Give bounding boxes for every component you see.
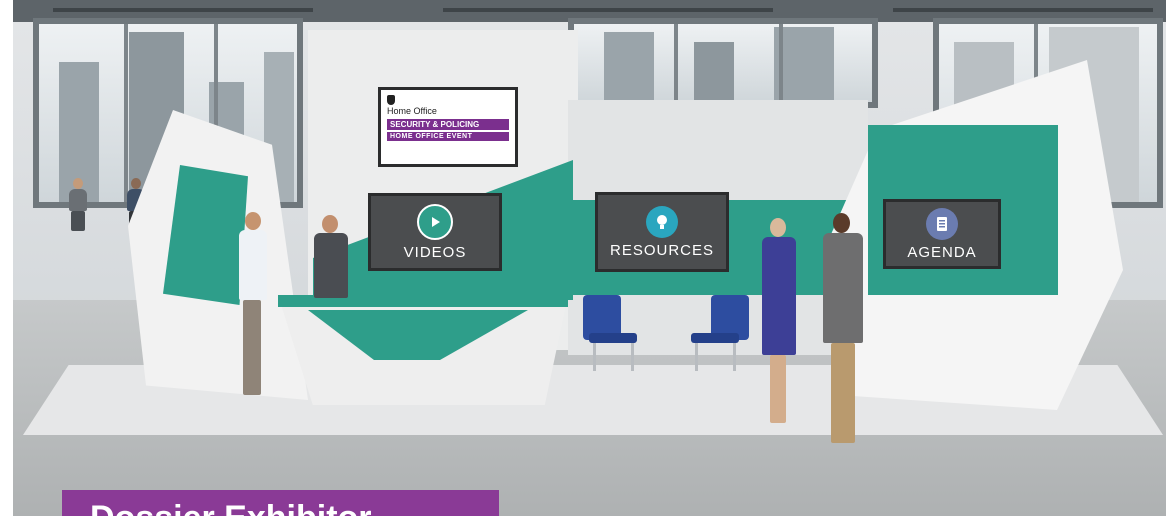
agenda-screen[interactable]: AGENDA: [883, 199, 1001, 269]
virtual-exhibition-stage: Home Office SECURITY & POLICING HOME OFF…: [0, 0, 1166, 516]
home-office-logo-screen: Home Office SECURITY & POLICING HOME OFF…: [378, 87, 518, 167]
notebook-icon: [926, 207, 958, 240]
resources-screen[interactable]: RESOURCES: [595, 192, 729, 272]
org-name: Home Office: [387, 106, 437, 116]
event-line-2: HOME OFFICE EVENT: [387, 132, 509, 141]
videos-label: VIDEOS: [403, 243, 467, 261]
crest-icon: [387, 95, 395, 105]
videos-screen[interactable]: VIDEOS: [368, 193, 502, 271]
event-line-1: SECURITY & POLICING: [387, 119, 509, 130]
hall-window-center: [568, 18, 878, 108]
exhibitor-title-banner: Dossier Exhibitor: [62, 490, 499, 516]
play-icon: [417, 203, 453, 240]
agenda-label: AGENDA: [907, 243, 977, 261]
exhibition-hall-scene: Home Office SECURITY & POLICING HOME OFF…: [13, 0, 1166, 516]
resources-label: RESOURCES: [609, 241, 715, 259]
lightbulb-icon: [646, 205, 678, 238]
